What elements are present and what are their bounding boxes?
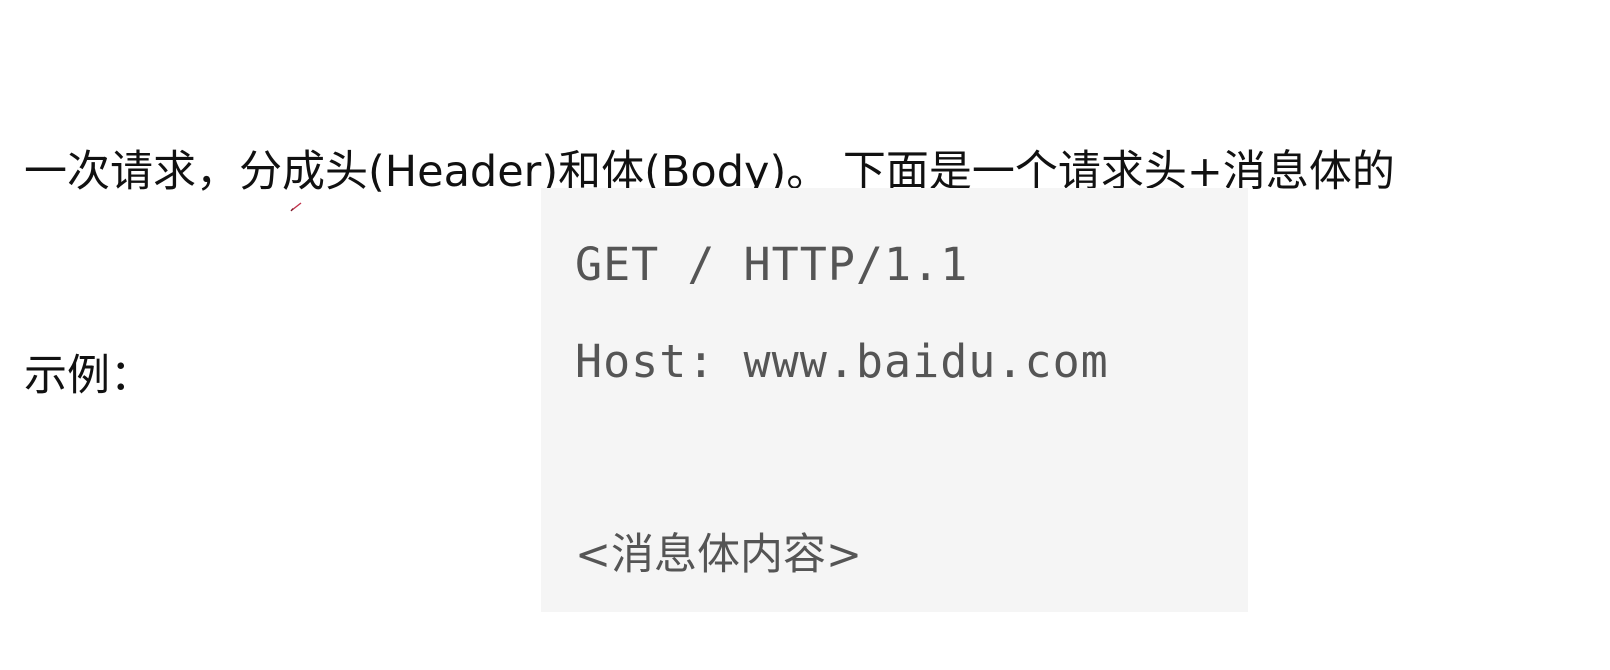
code-line-host: Host: www.baidu.com [575,335,1109,388]
pen-cursor-icon [290,202,302,212]
code-line-request: GET / HTTP/1.1 [575,238,969,291]
code-line-body: <消息体内容> [575,530,863,580]
code-example-block: GET / HTTP/1.1 Host: www.baidu.com <消息体内… [541,188,1248,612]
